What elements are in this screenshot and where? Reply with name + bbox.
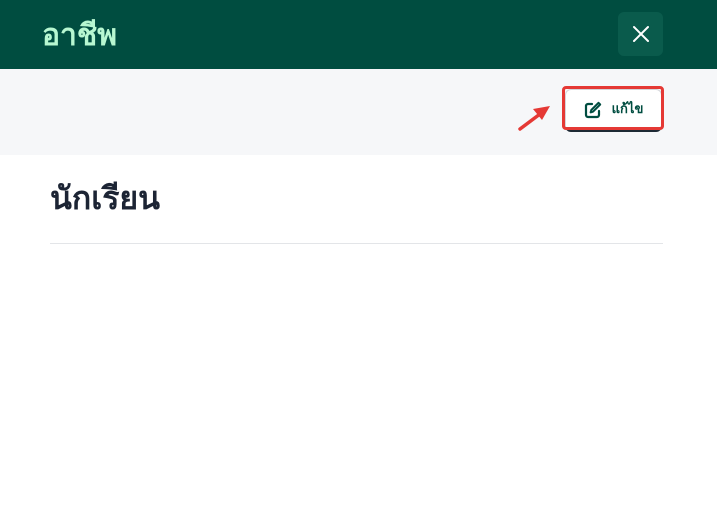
edit-button[interactable]: แก้ไข — [565, 89, 662, 132]
edit-button-label: แก้ไข — [611, 102, 644, 117]
modal-title: อาชีพ — [42, 18, 117, 53]
modal-header: อาชีพ — [0, 0, 717, 69]
pointer-arrow-icon — [518, 106, 550, 131]
close-icon — [632, 26, 649, 42]
occupation-value: นักเรียน — [50, 179, 160, 217]
close-button[interactable] — [618, 12, 663, 56]
divider — [50, 243, 663, 244]
edit-icon — [584, 101, 601, 119]
toolbar: แก้ไข — [0, 69, 717, 155]
